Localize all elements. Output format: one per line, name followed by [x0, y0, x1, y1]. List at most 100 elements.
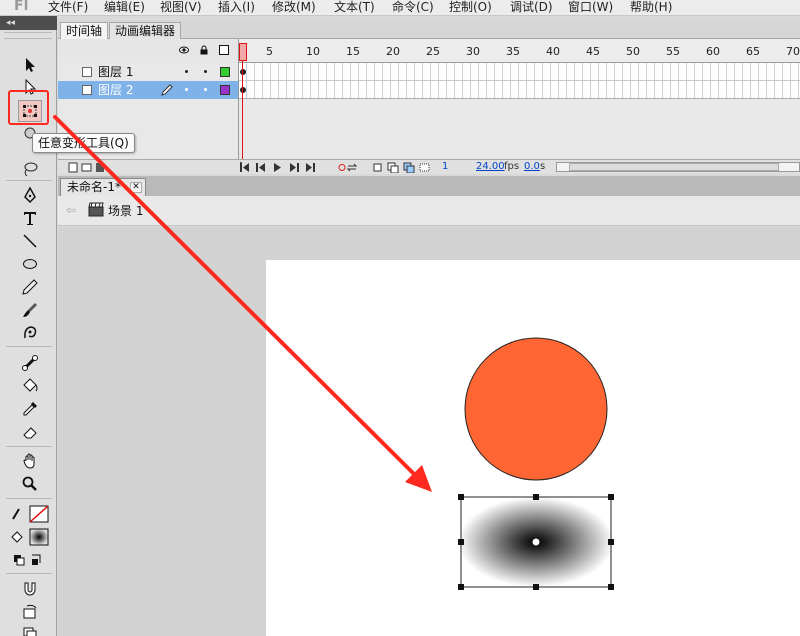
- text-tool-button[interactable]: [18, 207, 42, 229]
- line-tool-button[interactable]: [18, 230, 42, 252]
- keyframe-dot[interactable]: [240, 87, 246, 93]
- layer-row-selected[interactable]: 图层 2: [58, 81, 238, 99]
- stroke-color-control[interactable]: [10, 503, 50, 525]
- lasso-tool-button[interactable]: [18, 158, 42, 180]
- tab-motion-editor[interactable]: 动画编辑器: [109, 22, 182, 39]
- lasso-icon: [24, 162, 38, 177]
- swap-colors-control[interactable]: [10, 549, 50, 571]
- tool-divider: [6, 180, 52, 181]
- layer-actions-icon[interactable]: [68, 162, 108, 173]
- scene-clapperboard-icon: [88, 202, 104, 217]
- paint-bucket-icon: [23, 378, 38, 392]
- pencil-tool-button[interactable]: [18, 276, 42, 298]
- tool-tooltip: 任意变形工具(Q): [32, 133, 135, 153]
- smooth-button[interactable]: [18, 601, 42, 623]
- panel-tab-bar: 时间轴 动画编辑器: [58, 20, 800, 39]
- frame-grid[interactable]: [239, 63, 800, 99]
- zoom-tool-button[interactable]: [18, 473, 42, 495]
- timeline-status-bar: 1 24.00 fps 0.0 s: [58, 159, 800, 174]
- menu-edit[interactable]: 编辑(E): [104, 0, 145, 15]
- document-tab[interactable]: 未命名-1* ✕: [60, 178, 146, 196]
- tool-divider: [6, 573, 52, 574]
- back-arrow-icon[interactable]: ⇦: [66, 203, 76, 217]
- fill-color-control[interactable]: [10, 526, 50, 548]
- line-icon: [23, 234, 37, 248]
- eyedropper-tool-button[interactable]: [18, 398, 42, 420]
- keyframe-dot[interactable]: [240, 69, 246, 75]
- menu-view[interactable]: 视图(V): [160, 0, 202, 15]
- visibility-dot[interactable]: [185, 88, 188, 91]
- edit-bar: ⇦ 场景 1: [58, 196, 800, 226]
- frames-area[interactable]: 1 5 10 15 20 25 30 35 40 45 50 55 60 65 …: [238, 39, 800, 159]
- elapsed-time-readout[interactable]: 0.0: [524, 161, 540, 172]
- eye-icon[interactable]: [179, 45, 189, 55]
- transform-handle[interactable]: [608, 584, 614, 590]
- menu-window[interactable]: 窗口(W): [568, 0, 613, 15]
- scene-name[interactable]: 场景 1: [108, 202, 143, 219]
- panel-grip[interactable]: [4, 32, 52, 39]
- transform-handle[interactable]: [608, 494, 614, 500]
- layer-row[interactable]: 图层 1: [58, 63, 238, 81]
- lock-dot[interactable]: [204, 70, 207, 73]
- tab-timeline[interactable]: 时间轴: [60, 22, 109, 39]
- selection-tool-button[interactable]: [18, 54, 42, 76]
- frame-number: 25: [426, 45, 440, 58]
- transform-handle[interactable]: [608, 539, 614, 545]
- visibility-dot[interactable]: [185, 70, 188, 73]
- menu-insert[interactable]: 插入(I): [218, 0, 255, 15]
- close-icon[interactable]: ✕: [129, 182, 142, 193]
- playback-controls-icon[interactable]: [240, 162, 320, 173]
- orange-circle-shape[interactable]: [464, 337, 608, 481]
- playhead-line: [242, 61, 243, 159]
- menu-modify[interactable]: 修改(M): [272, 0, 316, 15]
- onion-skin-controls-icon[interactable]: [338, 162, 438, 173]
- scrollbar-thumb[interactable]: [569, 163, 779, 171]
- menu-text[interactable]: 文本(T): [334, 0, 375, 15]
- menu-debug[interactable]: 调试(D): [510, 0, 553, 15]
- hand-tool-button[interactable]: [18, 450, 42, 472]
- layer-name[interactable]: 图层 2: [98, 81, 133, 99]
- frame-number: 50: [626, 45, 640, 58]
- layer-name[interactable]: 图层 1: [98, 63, 133, 81]
- pen-tool-button[interactable]: [18, 184, 42, 206]
- tools-panel-header[interactable]: ◂◂: [0, 16, 57, 30]
- stage[interactable]: [266, 260, 800, 636]
- collapse-icon[interactable]: ◂◂: [6, 16, 15, 30]
- oval-tool-button[interactable]: [18, 253, 42, 275]
- hand-icon: [23, 453, 35, 469]
- fill-color-swatch-icon: [11, 528, 49, 546]
- playhead[interactable]: [239, 43, 247, 61]
- transform-center-point[interactable]: [531, 537, 541, 547]
- transform-handle[interactable]: [458, 494, 464, 500]
- frame-ruler[interactable]: 1 5 10 15 20 25 30 35 40 45 50 55 60 65 …: [239, 39, 800, 63]
- transform-handle[interactable]: [458, 539, 464, 545]
- lock-dot[interactable]: [204, 88, 207, 91]
- frame-number: 45: [586, 45, 600, 58]
- eraser-tool-button[interactable]: [18, 421, 42, 443]
- current-frame-readout[interactable]: 1: [442, 161, 448, 172]
- fps-readout[interactable]: 24.00: [476, 161, 505, 172]
- brush-tool-button[interactable]: [18, 299, 42, 321]
- bone-tool-button[interactable]: [18, 352, 42, 374]
- paint-bucket-tool-button[interactable]: [18, 375, 42, 397]
- menu-help[interactable]: 帮助(H): [630, 0, 672, 15]
- menu-control[interactable]: 控制(O): [449, 0, 492, 15]
- layer-header: [58, 39, 238, 63]
- frame-number: 10: [306, 45, 320, 58]
- lock-icon[interactable]: [199, 45, 209, 55]
- layer-outline-swatch[interactable]: [220, 67, 230, 77]
- frame-number: 20: [386, 45, 400, 58]
- deco-tool-button[interactable]: [18, 322, 42, 344]
- outline-icon[interactable]: [219, 45, 229, 55]
- transform-handle[interactable]: [533, 584, 539, 590]
- timeline-panel: 图层 1 图层 2 1 5 10 15 20 25 30 35 40 45 50…: [58, 39, 800, 174]
- transform-handle[interactable]: [458, 584, 464, 590]
- menu-commands[interactable]: 命令(C): [392, 0, 434, 15]
- timeline-horizontal-scrollbar[interactable]: [556, 162, 800, 172]
- straighten-button[interactable]: [18, 623, 42, 636]
- menu-file[interactable]: 文件(F): [48, 0, 88, 15]
- snap-magnet-button[interactable]: [18, 578, 42, 600]
- layer-outline-swatch[interactable]: [220, 85, 230, 95]
- transform-handle[interactable]: [533, 494, 539, 500]
- time-unit: s: [540, 161, 546, 172]
